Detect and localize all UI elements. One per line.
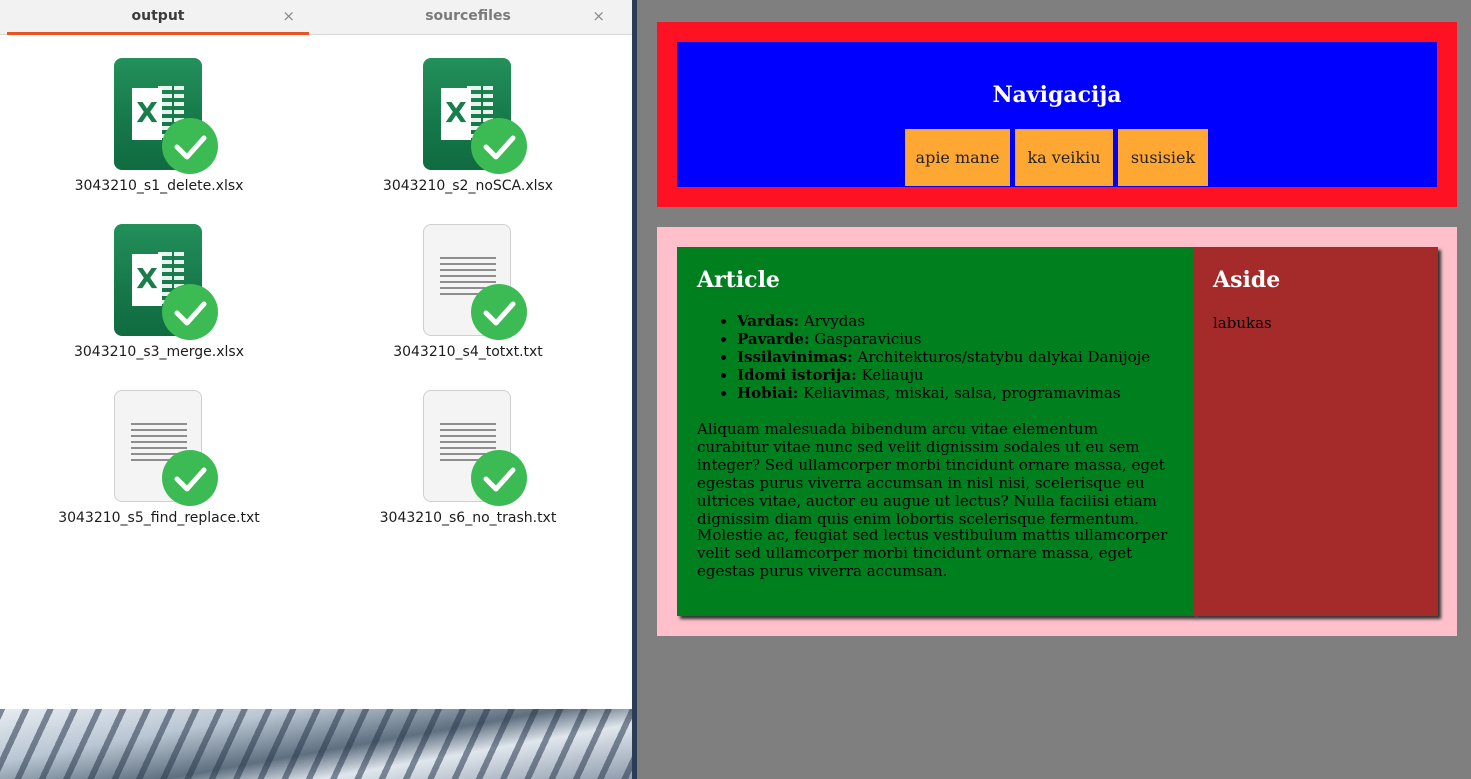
fact-key: Vardas: bbox=[737, 312, 800, 330]
mountain-ridge bbox=[0, 706, 637, 779]
file-name: 3043210_s2_noSCA.xlsx bbox=[382, 178, 554, 194]
fact-key: Pavarde: bbox=[737, 330, 810, 348]
fact-value: Arvydas bbox=[803, 312, 866, 330]
close-icon[interactable]: × bbox=[592, 7, 605, 25]
tab-output[interactable]: output × bbox=[7, 0, 309, 35]
window-divider bbox=[632, 0, 637, 779]
text-file-icon bbox=[423, 390, 527, 506]
nav-link-ka-veikiu[interactable]: ka veikiu bbox=[1015, 129, 1113, 186]
fact-key: Hobiai: bbox=[737, 384, 799, 402]
file-name: 3043210_s6_no_trash.txt bbox=[379, 510, 557, 526]
list-item: Vardas: Arvydas bbox=[737, 312, 1177, 330]
file-item[interactable]: X 3043210_s2_noSCA.xlsx bbox=[353, 58, 583, 208]
fact-key: Idomi istorija: bbox=[737, 366, 857, 384]
aside-panel: Aside labukas bbox=[1193, 247, 1438, 616]
article-panel: Article Vardas: Arvydas Pavarde: Gaspara… bbox=[677, 247, 1194, 616]
fact-value: Keliauju bbox=[861, 366, 924, 384]
nav-link-apie-mane[interactable]: apie mane bbox=[905, 129, 1010, 186]
active-tab-indicator bbox=[7, 32, 309, 35]
check-icon bbox=[471, 118, 527, 174]
spreadsheet-icon: X bbox=[423, 58, 527, 174]
file-manager-window: output × sourcefiles × X 3043210_s1_dele… bbox=[0, 0, 632, 709]
aside-title: Aside bbox=[1213, 267, 1281, 293]
tab-label: output bbox=[131, 8, 185, 24]
tab-sourcefiles[interactable]: sourcefiles × bbox=[317, 0, 619, 34]
fact-value: Architekturos/statybu dalykai Danijoje bbox=[857, 348, 1151, 366]
file-item[interactable]: X 3043210_s3_merge.xlsx bbox=[44, 224, 274, 374]
file-item[interactable]: 3043210_s4_totxt.txt bbox=[353, 224, 583, 374]
article-paragraph: Aliquam malesuada bibendum arcu vitae el… bbox=[697, 420, 1165, 528]
navigation: Navigacija apie mane ka veikiu susisiek bbox=[677, 42, 1437, 187]
facts-list: Vardas: Arvydas Pavarde: Gasparavicius I… bbox=[717, 312, 1177, 402]
file-name: 3043210_s1_delete.xlsx bbox=[74, 178, 244, 194]
list-item: Hobiai: Keliavimas, miskai, salsa, progr… bbox=[737, 384, 1177, 402]
file-name: 3043210_s4_totxt.txt bbox=[393, 344, 543, 360]
spreadsheet-icon: X bbox=[114, 58, 218, 174]
fact-key: Issilavinimas: bbox=[737, 348, 853, 366]
check-icon bbox=[162, 450, 218, 506]
fact-value: Gasparavicius bbox=[814, 330, 922, 348]
file-item[interactable]: X 3043210_s1_delete.xlsx bbox=[44, 58, 274, 208]
article-title: Article bbox=[697, 267, 780, 293]
tab-bar: output × sourcefiles × bbox=[0, 0, 632, 35]
main-content: Article Vardas: Arvydas Pavarde: Gaspara… bbox=[657, 227, 1457, 636]
file-name: 3043210_s5_find_replace.txt bbox=[58, 510, 260, 526]
text-file-icon bbox=[423, 224, 527, 340]
article-paragraph: Molestie ac, feugiat sed lectus vestibul… bbox=[697, 526, 1168, 580]
tab-label: sourcefiles bbox=[425, 8, 511, 24]
check-icon bbox=[471, 284, 527, 340]
file-item[interactable]: 3043210_s6_no_trash.txt bbox=[353, 390, 583, 540]
nav-link-susisiek[interactable]: susisiek bbox=[1118, 129, 1208, 186]
close-icon[interactable]: × bbox=[282, 7, 295, 25]
list-item: Pavarde: Gasparavicius bbox=[737, 330, 1177, 348]
check-icon bbox=[162, 284, 218, 340]
fact-value: Keliavimas, miskai, salsa, programavimas bbox=[803, 384, 1121, 402]
list-item: Idomi istorija: Keliauju bbox=[737, 366, 1177, 384]
aside-text: labukas bbox=[1213, 314, 1272, 332]
page-header: Navigacija apie mane ka veikiu susisiek bbox=[657, 22, 1457, 207]
nav-title: Navigacija bbox=[992, 82, 1122, 108]
spreadsheet-icon: X bbox=[114, 224, 218, 340]
check-icon bbox=[471, 450, 527, 506]
text-file-icon bbox=[114, 390, 218, 506]
file-item[interactable]: 3043210_s5_find_replace.txt bbox=[44, 390, 274, 540]
list-item: Issilavinimas: Architekturos/statybu dal… bbox=[737, 348, 1177, 366]
file-name: 3043210_s3_merge.xlsx bbox=[73, 344, 245, 360]
check-icon bbox=[162, 118, 218, 174]
